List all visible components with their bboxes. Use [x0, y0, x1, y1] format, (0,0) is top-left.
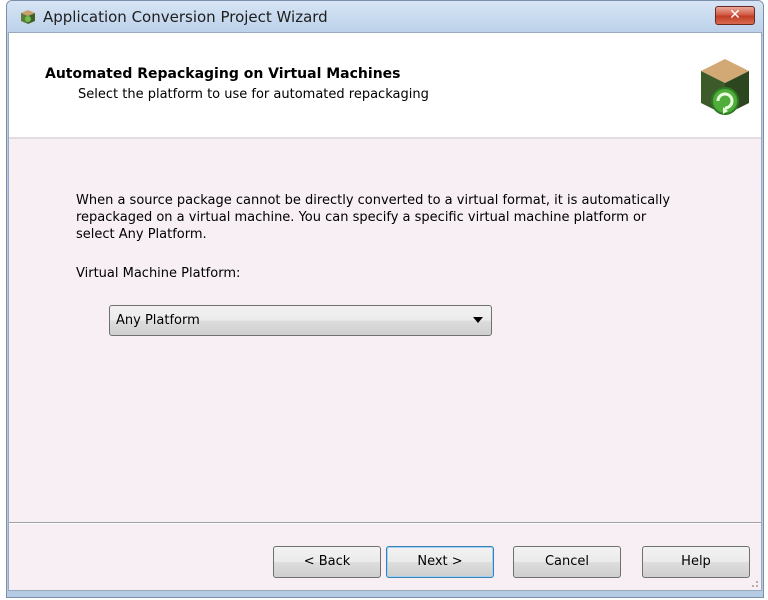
wizard-client-area: Automated Repackaging on Virtual Machine…: [8, 32, 762, 591]
wizard-window: Application Conversion Project Wizard ✕ …: [6, 0, 764, 598]
next-button[interactable]: Next >: [386, 546, 494, 578]
close-button[interactable]: ✕: [715, 6, 755, 25]
footer-divider-highlight: [9, 523, 761, 524]
window-title: Application Conversion Project Wizard: [43, 8, 328, 26]
page-title: Automated Repackaging on Virtual Machine…: [45, 66, 401, 82]
platform-dropdown[interactable]: Any Platform: [109, 305, 492, 336]
virtual-package-icon: [701, 59, 749, 115]
package-icon: [21, 10, 35, 24]
cancel-button[interactable]: Cancel: [513, 546, 621, 578]
platform-label: Virtual Machine Platform:: [76, 266, 241, 281]
platform-dropdown-value: Any Platform: [116, 313, 200, 328]
close-icon: ✕: [729, 7, 741, 23]
wizard-header: Automated Repackaging on Virtual Machine…: [9, 33, 761, 138]
chevron-down-icon[interactable]: [473, 317, 483, 323]
page-subtitle: Select the platform to use for automated…: [78, 87, 429, 102]
header-divider: [9, 137, 761, 139]
help-button[interactable]: Help: [642, 546, 750, 578]
title-bar[interactable]: Application Conversion Project Wizard ✕: [7, 1, 763, 32]
resize-grip-icon[interactable]: [749, 578, 759, 588]
back-button[interactable]: < Back: [273, 546, 381, 578]
description-text: When a source package cannot be directly…: [76, 193, 671, 242]
